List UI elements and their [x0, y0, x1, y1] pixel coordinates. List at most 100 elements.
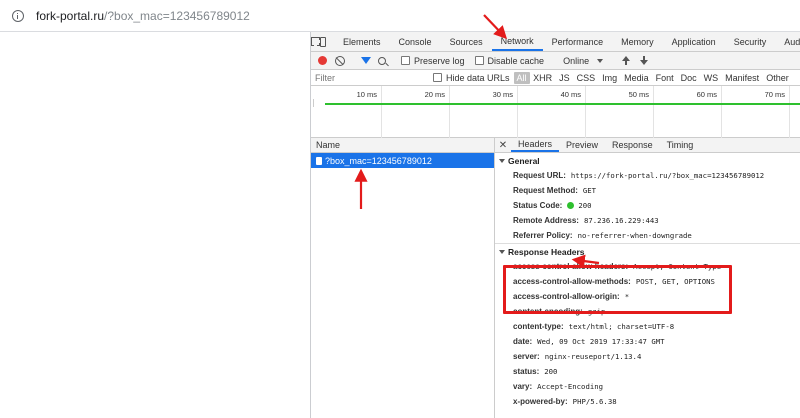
- header-key: access-control-allow-methods:: [513, 277, 631, 286]
- general-section-toggle[interactable]: General: [495, 153, 800, 168]
- header-value: no-referrer-when-downgrade: [577, 231, 692, 240]
- header-value: text/html; charset=UTF-8: [568, 322, 675, 331]
- filter-type-media[interactable]: Media: [621, 73, 653, 83]
- close-icon[interactable]: ✕: [495, 138, 511, 152]
- header-row: x-powered-by: PHP/5.6.38: [495, 394, 800, 409]
- request-row-selected[interactable]: ?box_mac=123456789012: [311, 153, 494, 168]
- filter-type-xhr[interactable]: XHR: [530, 73, 556, 83]
- header-key: Request URL:: [513, 171, 566, 180]
- tab-timing[interactable]: Timing: [660, 138, 701, 152]
- filter-type-doc[interactable]: Doc: [677, 73, 700, 83]
- record-icon[interactable]: [318, 56, 327, 65]
- header-value: Accept-Encoding: [537, 382, 604, 391]
- header-key: access-control-allow-headers:: [513, 262, 629, 271]
- filter-type-manifest[interactable]: Manifest: [722, 73, 763, 83]
- tick-label: 60 ms: [696, 90, 717, 99]
- inspect-element-icon[interactable]: [311, 32, 320, 51]
- response-headers-toggle[interactable]: Response Headers: [495, 244, 800, 259]
- request-name: ?box_mac=123456789012: [325, 155, 432, 166]
- disable-cache-checkbox[interactable]: Disable cache: [474, 55, 545, 66]
- tab-elements[interactable]: Elements: [334, 32, 390, 51]
- header-key: content-encoding:: [513, 307, 583, 316]
- clear-icon[interactable]: [335, 55, 345, 66]
- request-list-header[interactable]: Name: [311, 138, 494, 153]
- header-key: content-type:: [513, 322, 564, 331]
- hide-data-urls-checkbox[interactable]: Hide data URLs: [433, 73, 510, 83]
- filter-type-font[interactable]: Font: [652, 73, 677, 83]
- tick-label: 20 ms: [424, 90, 445, 99]
- filter-icon[interactable]: [361, 57, 371, 64]
- header-row: content-encoding: gzip: [495, 304, 800, 319]
- hide-data-urls-label: Hide data URLs: [446, 72, 510, 83]
- header-key: server:: [513, 352, 540, 361]
- header-row: access-control-allow-origin: *: [495, 289, 800, 304]
- header-key: access-control-allow-origin:: [513, 292, 620, 301]
- address-bar[interactable]: fork-portal.ru/?box_mac=123456789012: [0, 0, 800, 32]
- tab-audits[interactable]: Audits: [775, 32, 800, 51]
- timeline-request-bar: [325, 103, 800, 105]
- timeline-tick: 20 ms: [382, 86, 450, 138]
- chevron-down-icon: [597, 58, 604, 63]
- header-value: Wed, 09 Oct 2019 17:33:47 GMT: [537, 337, 665, 346]
- tab-console[interactable]: Console: [390, 32, 441, 51]
- tab-network[interactable]: Network: [491, 32, 543, 51]
- name-column-header: Name: [316, 140, 341, 150]
- header-row: Request URL: https://fork-portal.ru/?box_…: [495, 168, 800, 183]
- export-har-icon[interactable]: [638, 55, 650, 67]
- general-title: General: [508, 155, 540, 166]
- tab-memory[interactable]: Memory: [612, 32, 663, 51]
- tab-sources[interactable]: Sources: [441, 32, 492, 51]
- devtools-tabbar: Elements Console Sources Network Perform…: [311, 32, 800, 52]
- header-row: vary: Accept-Encoding: [495, 379, 800, 394]
- header-value: 200: [544, 367, 558, 376]
- info-icon[interactable]: [12, 9, 24, 22]
- filter-type-all[interactable]: All: [513, 71, 530, 84]
- header-value: GET: [582, 186, 597, 195]
- general-section: General Request URL: https://fork-portal.…: [495, 153, 800, 244]
- preserve-log-checkbox[interactable]: Preserve log: [401, 56, 465, 66]
- timeline-tick: 30 ms: [450, 86, 518, 138]
- details-tabbar: ✕ Headers Preview Response Timing: [495, 138, 800, 153]
- tab-security[interactable]: Security: [725, 32, 776, 51]
- status-ok-icon: [567, 202, 575, 209]
- tick-label: 30 ms: [492, 90, 513, 99]
- header-value: 200: [578, 201, 592, 210]
- filter-input[interactable]: [315, 71, 427, 84]
- header-row: Remote Address: 87.236.16.229:443: [495, 213, 800, 228]
- network-toolbar: Preserve log Disable cache Online: [311, 52, 800, 70]
- url-host[interactable]: fork-portal.ru: [36, 9, 104, 23]
- tab-headers[interactable]: Headers: [511, 138, 560, 152]
- header-value: nginx-reuseport/1.13.4: [544, 352, 642, 361]
- header-value: POST, GET, OPTIONS: [635, 277, 715, 286]
- url-path[interactable]: /?box_mac=123456789012: [104, 9, 250, 23]
- network-overview-timeline[interactable]: 10 ms 20 ms 30 ms 40 ms 50 ms 60 ms 70 m…: [311, 86, 800, 138]
- throttling-select[interactable]: Online: [563, 56, 604, 66]
- filter-type-img[interactable]: Img: [599, 73, 621, 83]
- tab-preview[interactable]: Preview: [559, 138, 605, 152]
- filter-type-js[interactable]: JS: [556, 73, 574, 83]
- tab-performance[interactable]: Performance: [543, 32, 613, 51]
- header-key: x-powered-by:: [513, 397, 568, 406]
- header-value: https://fork-portal.ru/?box_mac=12345678…: [570, 171, 765, 180]
- filter-type-css[interactable]: CSS: [573, 73, 599, 83]
- filter-type-other[interactable]: Other: [763, 73, 793, 83]
- header-row: Status Code: 200: [495, 198, 800, 213]
- network-lower-pane: Name ?box_mac=123456789012 ✕ Headers Pre…: [311, 138, 800, 418]
- header-key: date:: [513, 337, 533, 346]
- search-icon[interactable]: [378, 56, 386, 65]
- filter-type-ws[interactable]: WS: [700, 73, 722, 83]
- device-toolbar-icon[interactable]: [320, 32, 326, 51]
- tick-label: 50 ms: [628, 90, 649, 99]
- filter-bar: Hide data URLs All XHR JS CSS Img Media …: [311, 70, 800, 86]
- header-row: access-control-allow-methods: POST, GET, …: [495, 274, 800, 289]
- tab-response[interactable]: Response: [605, 138, 660, 152]
- tick-label: 10 ms: [356, 90, 377, 99]
- header-key: Referrer Policy:: [513, 231, 573, 240]
- disable-cache-label: Disable cache: [487, 55, 545, 66]
- request-list: Name ?box_mac=123456789012: [311, 138, 495, 418]
- import-har-icon[interactable]: [620, 55, 632, 67]
- timeline-tick: 10 ms: [311, 86, 382, 138]
- tab-application[interactable]: Application: [663, 32, 725, 51]
- response-headers-section: Response Headers access-control-allow-he…: [495, 244, 800, 409]
- timeline-tick: 70 ms: [722, 86, 790, 138]
